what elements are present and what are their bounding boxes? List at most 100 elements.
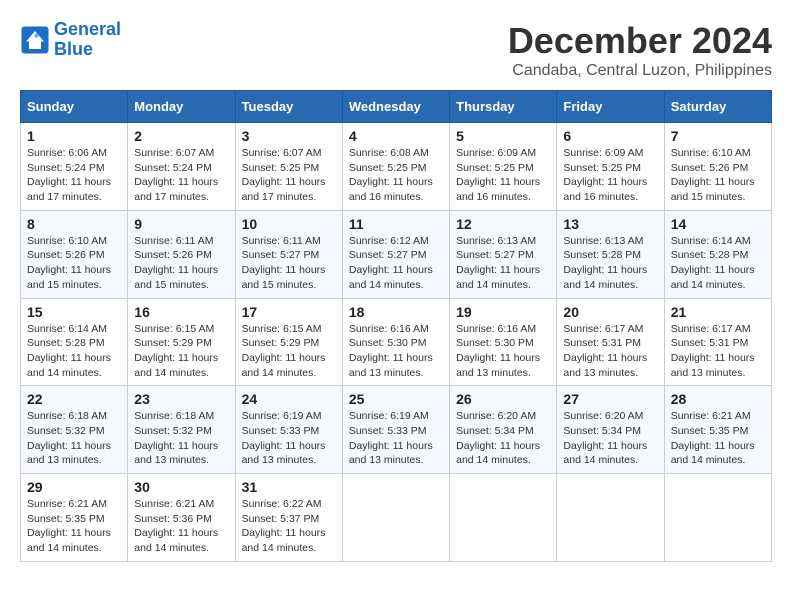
calendar-cell: 5 Sunrise: 6:09 AM Sunset: 5:25 PM Dayli… [450, 123, 557, 211]
day-info: Sunrise: 6:14 AM Sunset: 5:28 PM Dayligh… [27, 322, 121, 381]
weekday-header-wednesday: Wednesday [342, 91, 449, 123]
day-info: Sunrise: 6:13 AM Sunset: 5:27 PM Dayligh… [456, 234, 550, 293]
day-info: Sunrise: 6:06 AM Sunset: 5:24 PM Dayligh… [27, 146, 121, 205]
calendar-cell: 17 Sunrise: 6:15 AM Sunset: 5:29 PM Dayl… [235, 298, 342, 386]
calendar-cell [664, 474, 771, 562]
weekday-header-thursday: Thursday [450, 91, 557, 123]
calendar-cell: 15 Sunrise: 6:14 AM Sunset: 5:28 PM Dayl… [21, 298, 128, 386]
day-info: Sunrise: 6:17 AM Sunset: 5:31 PM Dayligh… [671, 322, 765, 381]
logo-line2: Blue [54, 39, 93, 59]
calendar-cell: 6 Sunrise: 6:09 AM Sunset: 5:25 PM Dayli… [557, 123, 664, 211]
day-number: 10 [242, 216, 336, 232]
calendar-cell: 14 Sunrise: 6:14 AM Sunset: 5:28 PM Dayl… [664, 210, 771, 298]
day-number: 27 [563, 391, 657, 407]
calendar-cell: 7 Sunrise: 6:10 AM Sunset: 5:26 PM Dayli… [664, 123, 771, 211]
day-info: Sunrise: 6:19 AM Sunset: 5:33 PM Dayligh… [242, 409, 336, 468]
week-row-3: 15 Sunrise: 6:14 AM Sunset: 5:28 PM Dayl… [21, 298, 772, 386]
calendar-cell: 30 Sunrise: 6:21 AM Sunset: 5:36 PM Dayl… [128, 474, 235, 562]
calendar-cell: 4 Sunrise: 6:08 AM Sunset: 5:25 PM Dayli… [342, 123, 449, 211]
day-number: 12 [456, 216, 550, 232]
day-number: 30 [134, 479, 228, 495]
day-number: 13 [563, 216, 657, 232]
day-number: 6 [563, 128, 657, 144]
day-info: Sunrise: 6:21 AM Sunset: 5:35 PM Dayligh… [27, 497, 121, 556]
day-info: Sunrise: 6:19 AM Sunset: 5:33 PM Dayligh… [349, 409, 443, 468]
calendar-cell: 23 Sunrise: 6:18 AM Sunset: 5:32 PM Dayl… [128, 386, 235, 474]
day-number: 9 [134, 216, 228, 232]
calendar-cell: 16 Sunrise: 6:15 AM Sunset: 5:29 PM Dayl… [128, 298, 235, 386]
day-info: Sunrise: 6:15 AM Sunset: 5:29 PM Dayligh… [134, 322, 228, 381]
day-number: 4 [349, 128, 443, 144]
day-number: 19 [456, 304, 550, 320]
day-number: 14 [671, 216, 765, 232]
week-row-5: 29 Sunrise: 6:21 AM Sunset: 5:35 PM Dayl… [21, 474, 772, 562]
day-number: 11 [349, 216, 443, 232]
calendar-cell [450, 474, 557, 562]
day-info: Sunrise: 6:12 AM Sunset: 5:27 PM Dayligh… [349, 234, 443, 293]
calendar-cell: 28 Sunrise: 6:21 AM Sunset: 5:35 PM Dayl… [664, 386, 771, 474]
day-number: 20 [563, 304, 657, 320]
day-number: 7 [671, 128, 765, 144]
day-info: Sunrise: 6:11 AM Sunset: 5:27 PM Dayligh… [242, 234, 336, 293]
calendar-cell: 20 Sunrise: 6:17 AM Sunset: 5:31 PM Dayl… [557, 298, 664, 386]
day-info: Sunrise: 6:16 AM Sunset: 5:30 PM Dayligh… [349, 322, 443, 381]
day-info: Sunrise: 6:13 AM Sunset: 5:28 PM Dayligh… [563, 234, 657, 293]
calendar-cell: 25 Sunrise: 6:19 AM Sunset: 5:33 PM Dayl… [342, 386, 449, 474]
day-number: 31 [242, 479, 336, 495]
week-row-4: 22 Sunrise: 6:18 AM Sunset: 5:32 PM Dayl… [21, 386, 772, 474]
day-number: 25 [349, 391, 443, 407]
day-info: Sunrise: 6:18 AM Sunset: 5:32 PM Dayligh… [27, 409, 121, 468]
day-info: Sunrise: 6:11 AM Sunset: 5:26 PM Dayligh… [134, 234, 228, 293]
day-number: 1 [27, 128, 121, 144]
day-info: Sunrise: 6:09 AM Sunset: 5:25 PM Dayligh… [456, 146, 550, 205]
day-info: Sunrise: 6:09 AM Sunset: 5:25 PM Dayligh… [563, 146, 657, 205]
day-number: 15 [27, 304, 121, 320]
calendar-cell: 29 Sunrise: 6:21 AM Sunset: 5:35 PM Dayl… [21, 474, 128, 562]
day-number: 2 [134, 128, 228, 144]
day-number: 28 [671, 391, 765, 407]
logo-icon [20, 25, 50, 55]
day-info: Sunrise: 6:17 AM Sunset: 5:31 PM Dayligh… [563, 322, 657, 381]
day-number: 24 [242, 391, 336, 407]
day-number: 3 [242, 128, 336, 144]
calendar-cell: 11 Sunrise: 6:12 AM Sunset: 5:27 PM Dayl… [342, 210, 449, 298]
weekday-header-monday: Monday [128, 91, 235, 123]
calendar-cell: 21 Sunrise: 6:17 AM Sunset: 5:31 PM Dayl… [664, 298, 771, 386]
day-number: 5 [456, 128, 550, 144]
calendar-cell: 22 Sunrise: 6:18 AM Sunset: 5:32 PM Dayl… [21, 386, 128, 474]
week-row-2: 8 Sunrise: 6:10 AM Sunset: 5:26 PM Dayli… [21, 210, 772, 298]
calendar-cell: 31 Sunrise: 6:22 AM Sunset: 5:37 PM Dayl… [235, 474, 342, 562]
calendar-title: December 2024 [508, 20, 772, 62]
day-number: 8 [27, 216, 121, 232]
week-row-1: 1 Sunrise: 6:06 AM Sunset: 5:24 PM Dayli… [21, 123, 772, 211]
day-info: Sunrise: 6:20 AM Sunset: 5:34 PM Dayligh… [563, 409, 657, 468]
day-info: Sunrise: 6:21 AM Sunset: 5:35 PM Dayligh… [671, 409, 765, 468]
calendar-cell [557, 474, 664, 562]
weekday-header-sunday: Sunday [21, 91, 128, 123]
weekday-header-row: SundayMondayTuesdayWednesdayThursdayFrid… [21, 91, 772, 123]
calendar-cell: 18 Sunrise: 6:16 AM Sunset: 5:30 PM Dayl… [342, 298, 449, 386]
day-info: Sunrise: 6:20 AM Sunset: 5:34 PM Dayligh… [456, 409, 550, 468]
day-number: 23 [134, 391, 228, 407]
calendar-cell [342, 474, 449, 562]
day-info: Sunrise: 6:15 AM Sunset: 5:29 PM Dayligh… [242, 322, 336, 381]
calendar-cell: 1 Sunrise: 6:06 AM Sunset: 5:24 PM Dayli… [21, 123, 128, 211]
calendar-cell: 12 Sunrise: 6:13 AM Sunset: 5:27 PM Dayl… [450, 210, 557, 298]
calendar-cell: 24 Sunrise: 6:19 AM Sunset: 5:33 PM Dayl… [235, 386, 342, 474]
title-section: December 2024 Candaba, Central Luzon, Ph… [508, 20, 772, 80]
day-number: 21 [671, 304, 765, 320]
day-info: Sunrise: 6:14 AM Sunset: 5:28 PM Dayligh… [671, 234, 765, 293]
day-info: Sunrise: 6:22 AM Sunset: 5:37 PM Dayligh… [242, 497, 336, 556]
calendar-cell: 10 Sunrise: 6:11 AM Sunset: 5:27 PM Dayl… [235, 210, 342, 298]
day-number: 18 [349, 304, 443, 320]
day-info: Sunrise: 6:16 AM Sunset: 5:30 PM Dayligh… [456, 322, 550, 381]
calendar-subtitle: Candaba, Central Luzon, Philippines [508, 62, 772, 80]
day-info: Sunrise: 6:18 AM Sunset: 5:32 PM Dayligh… [134, 409, 228, 468]
calendar-cell: 19 Sunrise: 6:16 AM Sunset: 5:30 PM Dayl… [450, 298, 557, 386]
day-info: Sunrise: 6:10 AM Sunset: 5:26 PM Dayligh… [671, 146, 765, 205]
header: General Blue December 2024 Candaba, Cent… [20, 20, 772, 80]
calendar-cell: 2 Sunrise: 6:07 AM Sunset: 5:24 PM Dayli… [128, 123, 235, 211]
day-number: 17 [242, 304, 336, 320]
calendar-table: SundayMondayTuesdayWednesdayThursdayFrid… [20, 90, 772, 562]
calendar-cell: 3 Sunrise: 6:07 AM Sunset: 5:25 PM Dayli… [235, 123, 342, 211]
